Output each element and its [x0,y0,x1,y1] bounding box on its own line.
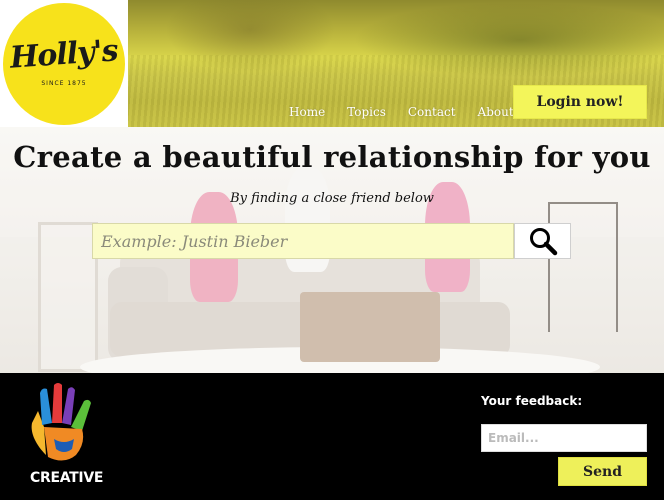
feedback-label: Your feedback: [481,394,583,408]
main-nav: Home Topics Contact About [289,105,536,119]
brand-logo[interactable]: Holly's SINCE 1875 [0,0,128,127]
nav-about[interactable]: About [478,105,514,119]
logo-badge: Holly's SINCE 1875 [3,2,125,125]
search-button[interactable] [514,223,571,259]
logo-name: Holly's [9,33,119,76]
search-icon [529,228,557,256]
hand-logo-icon [31,383,91,461]
nav-contact[interactable]: Contact [408,105,456,119]
nav-topics[interactable]: Topics [347,105,386,119]
page-subtitle: By finding a close friend below [230,191,434,206]
email-field[interactable] [481,424,647,452]
nav-home[interactable]: Home [289,105,325,119]
header-banner: Holly's SINCE 1875 Home Topics Contact A… [0,0,664,127]
footer: CREATIVE Your feedback: Send [0,373,664,500]
footer-brand-label: CREATIVE [30,470,104,486]
send-button[interactable]: Send [558,457,647,486]
logo-since: SINCE 1875 [41,80,87,87]
page-title: Create a beautiful relationship for you [13,140,651,174]
login-button[interactable]: Login now! [513,85,647,119]
search-input[interactable] [92,223,514,259]
